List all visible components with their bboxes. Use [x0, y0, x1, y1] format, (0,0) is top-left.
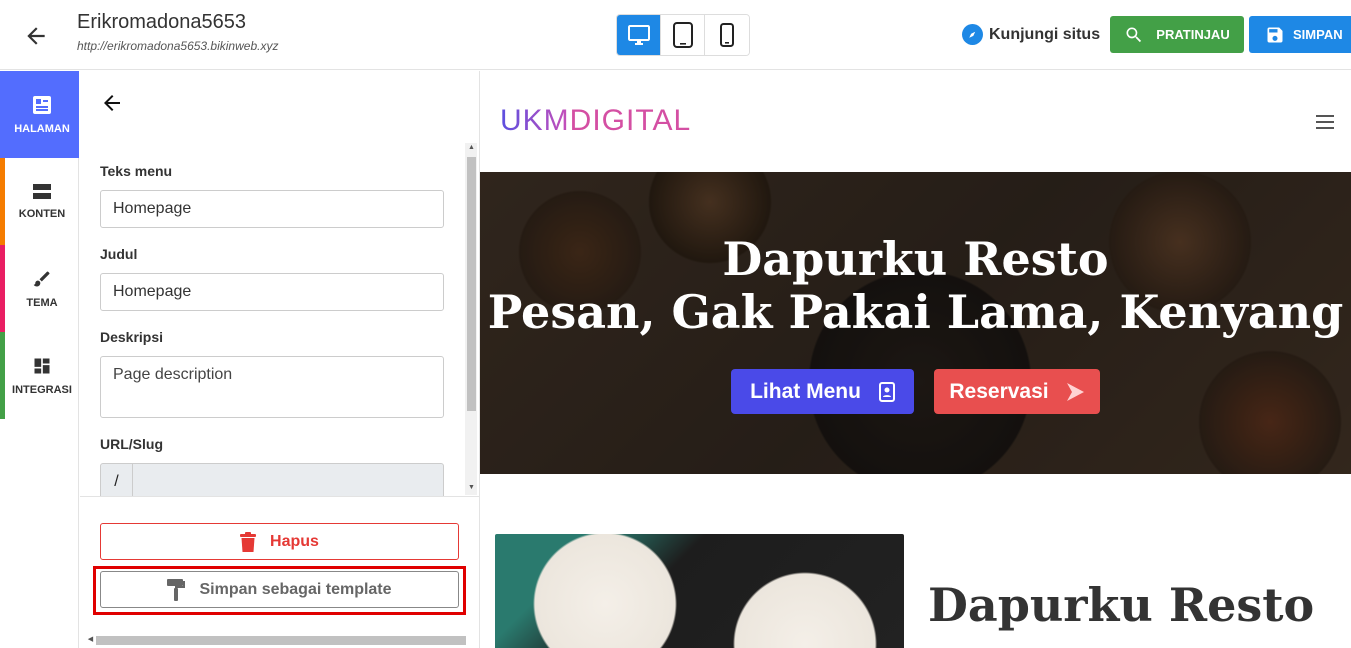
site-logo[interactable]: UKMDIGITAL	[500, 104, 691, 138]
reservation-label: Reservasi	[949, 379, 1049, 403]
slug-field[interactable]: /	[100, 463, 444, 496]
site-preview: UKMDIGITAL Dapurku Resto Pesan, Gak Paka…	[480, 71, 1351, 648]
save-button[interactable]: SIMPAN	[1249, 16, 1351, 53]
back-button[interactable]	[18, 18, 54, 54]
search-icon	[1126, 27, 1142, 42]
content-icon	[33, 183, 51, 199]
trash-icon	[240, 531, 257, 552]
top-bar: Erikromadona5653 http://erikromadona5653…	[0, 0, 1351, 70]
hero-subtitle: Pesan, Gak Pakai Lama, Kenyang	[487, 285, 1344, 339]
tablet-view-button[interactable]	[661, 15, 705, 55]
delete-label: Hapus	[270, 532, 319, 550]
save-as-template-button[interactable]: Simpan sebagai template	[100, 571, 459, 608]
scroll-down-arrow[interactable]: ▼	[467, 483, 476, 493]
dashboard-icon	[34, 358, 50, 373]
panel-scrollbar[interactable]: ▲ ▼	[465, 143, 477, 495]
page-settings-panel: Teks menu Homepage Judul Homepage Deskri…	[80, 71, 480, 648]
sidebar-item-halaman[interactable]: HALAMAN	[0, 71, 79, 158]
site-url: http://erikromadona5653.bikinweb.xyz	[77, 39, 279, 53]
desktop-view-button[interactable]	[617, 15, 661, 55]
reservation-button[interactable]: Reservasi	[934, 369, 1100, 414]
arrow-left-icon[interactable]	[100, 91, 124, 115]
mobile-icon	[720, 23, 734, 47]
sidebar-item-label: KONTEN	[18, 207, 66, 220]
visit-site-label: Kunjungi situs	[989, 25, 1101, 43]
sidebar-item-integrasi[interactable]: INTEGRASI	[0, 332, 79, 419]
sidebar-item-tema[interactable]: TEMA	[0, 245, 79, 332]
sidebar-item-label: TEMA	[26, 296, 58, 309]
site-name: Erikromadona5653	[77, 11, 246, 33]
sidebar-item-label: HALAMAN	[14, 122, 70, 135]
slug-label: URL/Slug	[100, 436, 163, 452]
scroll-left-arrow[interactable]: ◀	[86, 635, 95, 645]
scrollbar-thumb[interactable]	[96, 636, 466, 645]
description-label: Deskripsi	[100, 329, 164, 345]
slug-prefix: /	[101, 464, 133, 496]
page-settings-form: Teks menu Homepage Judul Homepage Deskri…	[80, 151, 466, 496]
menu-text-input[interactable]: Homepage	[100, 190, 444, 228]
page-icon	[33, 95, 51, 114]
left-sidebar: HALAMAN KONTEN TEMA INTEGRASI	[0, 71, 79, 648]
title-input[interactable]: Homepage	[100, 273, 444, 311]
arrow-left-icon	[27, 27, 45, 45]
device-switcher	[616, 14, 750, 56]
hamburger-menu-icon[interactable]	[1316, 115, 1334, 133]
scroll-up-arrow[interactable]: ▲	[467, 143, 476, 153]
horizontal-scrollbar[interactable]: ◀	[86, 634, 476, 646]
menu-text-label: Teks menu	[100, 163, 173, 179]
save-as-template-label: Simpan sebagai template	[199, 580, 392, 598]
scrollbar-thumb[interactable]	[467, 157, 476, 411]
tablet-icon	[672, 22, 693, 48]
desktop-icon	[627, 25, 650, 45]
play-icon	[1066, 382, 1084, 401]
brush-icon	[33, 270, 50, 286]
delete-button[interactable]: Hapus	[100, 523, 459, 560]
contact-book-icon	[878, 381, 895, 402]
preview-button[interactable]: PRATINJAU	[1110, 16, 1244, 53]
panel-footer: Hapus Simpan sebagai template ◀	[80, 496, 480, 648]
hero-section: Dapurku Resto Pesan, Gak Pakai Lama, Ken…	[480, 172, 1351, 474]
sidebar-item-label: INTEGRASI	[12, 383, 72, 396]
view-menu-button[interactable]: Lihat Menu	[731, 369, 914, 414]
sidebar-item-konten[interactable]: KONTEN	[0, 158, 79, 245]
description-textarea[interactable]: Page description	[100, 356, 444, 418]
title-label: Judul	[100, 246, 138, 262]
preview-label: PRATINJAU	[1156, 27, 1230, 42]
section-title: Dapurku Resto	[928, 578, 1315, 632]
save-label: SIMPAN	[1293, 27, 1343, 42]
hero-title: Dapurku Resto	[722, 232, 1109, 286]
compass-icon	[962, 24, 983, 45]
visit-site-link[interactable]: Kunjungi situs	[962, 24, 1100, 45]
view-menu-label: Lihat Menu	[750, 379, 861, 403]
food-photo	[495, 534, 904, 648]
paint-roller-icon	[167, 578, 186, 601]
mobile-view-button[interactable]	[705, 15, 749, 55]
floppy-disk-icon	[1267, 27, 1283, 42]
